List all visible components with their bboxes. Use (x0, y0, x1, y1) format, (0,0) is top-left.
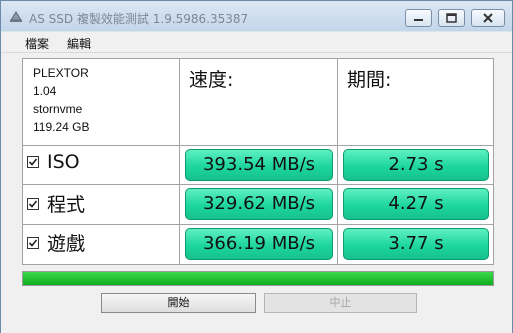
checkmark-icon (28, 158, 38, 166)
iso-speed-result: 393.54 MB/s (185, 149, 333, 181)
program-time-result: 4.27 s (343, 188, 489, 220)
menu-edit[interactable]: 編輯 (67, 35, 91, 52)
menu-bar: 檔案 編輯 (1, 32, 512, 53)
minimize-button[interactable] (405, 9, 432, 27)
drive-info: PLEXTOR 1.04 stornvme 119.24 GB (33, 64, 89, 136)
drive-capacity: 119.24 GB (33, 120, 90, 134)
iso-checkbox[interactable] (27, 156, 39, 168)
app-window: AS SSD 複製效能測試 1.9.5986.35387 檔案 編輯 PLEXT… (0, 0, 513, 333)
row-label-iso[interactable]: ISO (27, 151, 80, 173)
row-label-text: ISO (47, 151, 80, 173)
minimize-icon (414, 19, 423, 21)
maximize-icon (446, 13, 457, 23)
row-label-text: 遊戲 (47, 233, 86, 255)
game-checkbox[interactable] (27, 236, 39, 249)
row-label-text: 程式 (47, 194, 86, 216)
program-checkbox[interactable] (27, 197, 39, 210)
title-bar[interactable]: AS SSD 複製效能測試 1.9.5986.35387 (1, 1, 512, 31)
time-header: 期間: (347, 69, 392, 91)
drive-firmware: 1.04 (33, 84, 57, 98)
grid-divider (179, 59, 180, 264)
window-title: AS SSD 複製效能測試 1.9.5986.35387 (29, 12, 249, 26)
row-label-game[interactable]: 遊戲 (27, 229, 85, 256)
close-button[interactable] (471, 9, 505, 27)
checkmark-icon (28, 199, 38, 208)
maximize-button[interactable] (438, 9, 465, 27)
game-speed-result: 366.19 MB/s (185, 228, 333, 260)
game-time-result: 3.77 s (343, 228, 489, 260)
drive-model: PLEXTOR (33, 66, 89, 80)
close-icon (483, 13, 493, 23)
checkmark-icon (28, 238, 38, 247)
speed-header: 速度: (189, 69, 234, 91)
program-speed-result: 329.62 MB/s (185, 188, 333, 220)
main-content: PLEXTOR 1.04 stornvme 119.24 GB 速度: 期間: … (1, 53, 512, 333)
app-drive-icon (10, 11, 22, 22)
results-grid: PLEXTOR 1.04 stornvme 119.24 GB 速度: 期間: … (22, 58, 494, 265)
stop-button[interactable]: 中止 (264, 293, 417, 313)
iso-time-result: 2.73 s (343, 149, 489, 181)
progress-fill (23, 272, 493, 285)
progress-bar (22, 271, 494, 286)
row-label-program[interactable]: 程式 (27, 190, 85, 217)
grid-divider (23, 145, 493, 146)
grid-divider (23, 184, 493, 185)
grid-divider (337, 59, 338, 264)
start-button[interactable]: 開始 (101, 293, 256, 313)
menu-file[interactable]: 檔案 (25, 35, 49, 52)
grid-divider (23, 224, 493, 225)
drive-driver: stornvme (33, 102, 83, 116)
